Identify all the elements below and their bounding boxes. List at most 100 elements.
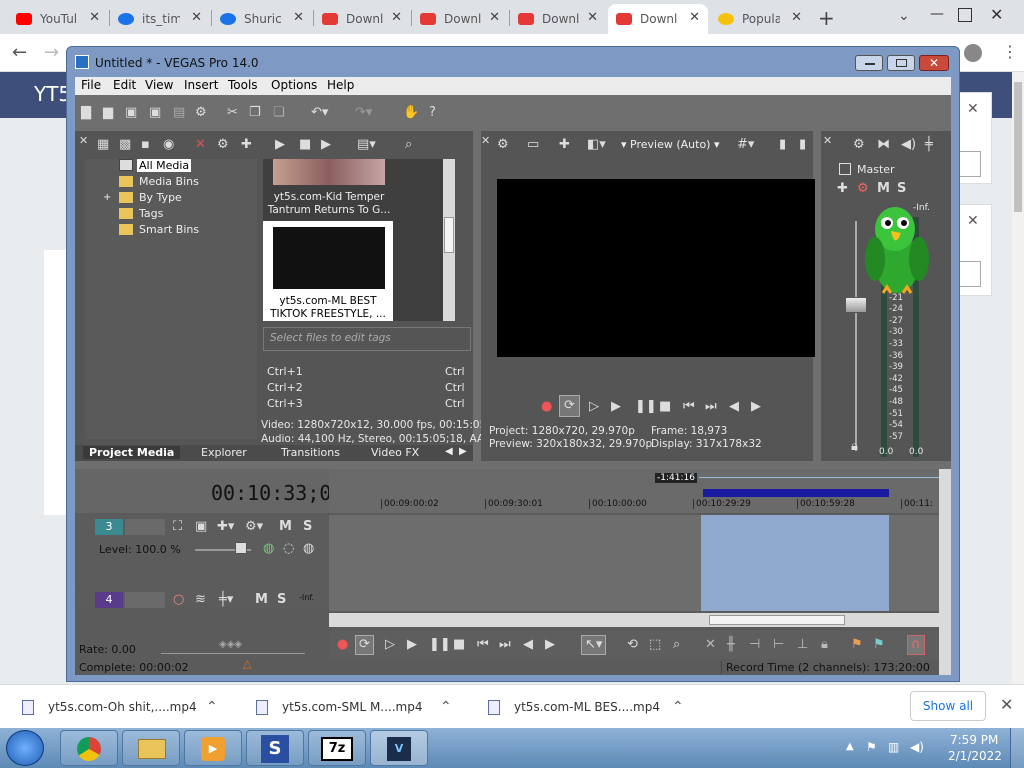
- downmix-icon[interactable]: ⧓: [877, 137, 890, 153]
- browser-tab[interactable]: Downl ✕: [412, 4, 508, 34]
- whats-this-help-icon[interactable]: ?: [429, 105, 436, 121]
- go-to-start-icon[interactable]: ⏮: [477, 637, 489, 653]
- close-tab-icon[interactable]: ✕: [293, 10, 304, 25]
- open-icon[interactable]: ▆: [103, 105, 113, 121]
- next-frame-icon[interactable]: ▶: [751, 399, 761, 415]
- previous-frame-icon[interactable]: ◀: [523, 637, 533, 653]
- close-popup-icon[interactable]: ✕: [967, 213, 979, 229]
- mixer-properties-icon[interactable]: ⚙: [853, 137, 865, 153]
- panel-close-icon[interactable]: ✕: [481, 133, 490, 149]
- save-as-icon[interactable]: ▣: [149, 105, 161, 121]
- normal-edit-tool-icon[interactable]: ↖▾: [581, 635, 607, 655]
- close-tab-icon[interactable]: ✕: [391, 10, 402, 25]
- track-motion-icon[interactable]: ╪▾: [219, 592, 233, 608]
- track-mute-button[interactable]: M: [255, 592, 268, 608]
- solo-button[interactable]: S: [897, 181, 906, 197]
- clock-date[interactable]: 2/1/2022: [948, 749, 1002, 763]
- chevron-up-icon[interactable]: ⌃: [206, 699, 218, 715]
- panel-close-icon[interactable]: ✕: [79, 133, 88, 149]
- mixer-controls-icon[interactable]: ╪: [925, 137, 933, 153]
- stop-icon[interactable]: ■: [659, 399, 671, 415]
- get-media-web-icon[interactable]: ▪: [141, 137, 150, 153]
- browser-tab-active[interactable]: Downl ✕: [608, 4, 708, 34]
- maximize-button[interactable]: [887, 55, 915, 71]
- timeline-horizontal-scrollbar[interactable]: [329, 613, 939, 627]
- minimize-button[interactable]: [855, 55, 883, 71]
- close-tab-icon[interactable]: ✕: [791, 10, 802, 25]
- close-downloads-icon[interactable]: ✕: [1000, 695, 1013, 714]
- browser-tab[interactable]: YouTul ✕: [8, 4, 108, 34]
- properties-icon[interactable]: ⚙: [195, 105, 207, 121]
- insert-region-icon[interactable]: ⚑: [873, 637, 885, 653]
- track-name-field[interactable]: [125, 519, 165, 535]
- tab-video-fx[interactable]: Video FX: [371, 446, 419, 459]
- taskbar-explorer[interactable]: [122, 730, 180, 766]
- pause-icon[interactable]: ❚❚: [429, 637, 451, 653]
- auto-ripple-icon[interactable]: ✋: [403, 105, 419, 121]
- media-item-selected[interactable]: yt5s.com-ML BEST TIKTOK FREESTYLE, ...: [263, 221, 393, 321]
- mute-button[interactable]: M: [877, 181, 890, 197]
- panel-close-icon[interactable]: ✕: [823, 133, 832, 149]
- tree-item-smart-bins[interactable]: Smart Bins: [139, 223, 199, 236]
- trim-end-icon[interactable]: ⊢: [773, 637, 784, 653]
- menu-options[interactable]: Options: [271, 78, 317, 92]
- download-item[interactable]: yt5s.com-ML BES....mp4 ⌃: [488, 685, 716, 729]
- level-slider-thumb[interactable]: [235, 542, 247, 554]
- pause-icon[interactable]: ❚❚: [635, 399, 657, 415]
- scrollbar-thumb[interactable]: [444, 217, 454, 253]
- clock-time[interactable]: 7:59 PM: [950, 733, 998, 747]
- loop-region-bar[interactable]: [703, 489, 889, 497]
- tab-transitions[interactable]: Transitions: [281, 446, 340, 459]
- copy-snapshot-icon[interactable]: ▮: [779, 137, 786, 153]
- tags-input[interactable]: Select files to edit tags: [270, 332, 391, 344]
- video-fx-icon[interactable]: ✚: [559, 137, 570, 153]
- play-preview-icon[interactable]: ▶: [275, 137, 285, 153]
- previous-frame-icon[interactable]: ◀: [729, 399, 739, 415]
- tab-scroll-left-icon[interactable]: ◀: [445, 446, 453, 457]
- track-fx-icon[interactable]: ▣: [195, 519, 207, 535]
- copy-icon[interactable]: ❐: [249, 105, 261, 121]
- tab-scroll-right-icon[interactable]: ▶: [459, 446, 467, 457]
- network-icon[interactable]: ▥: [888, 740, 899, 754]
- selection-edit-tool-icon[interactable]: ⬚: [649, 637, 661, 653]
- envelope-edit-tool-icon[interactable]: ⟲: [627, 637, 638, 653]
- tab-explorer[interactable]: Explorer: [201, 446, 247, 459]
- media-fx-icon[interactable]: ⚙: [217, 137, 229, 153]
- track-settings-icon[interactable]: ⚙▾: [245, 519, 263, 535]
- overlays-icon[interactable]: #▾: [737, 137, 754, 153]
- timeline-ruler[interactable]: -1:41:16 00:09:00:02 00:09:30:01 00:10:00:…: [329, 469, 939, 513]
- bus-fx-icon[interactable]: ✚: [837, 181, 848, 197]
- remove-media-icon[interactable]: ✕: [195, 137, 206, 153]
- play-from-start-icon[interactable]: ▷: [385, 637, 395, 653]
- parrot-desktop-buddy[interactable]: [861, 201, 933, 301]
- rate-slider[interactable]: [161, 653, 305, 654]
- play-icon[interactable]: ▶: [407, 637, 417, 653]
- record-icon[interactable]: ●: [541, 399, 552, 415]
- lock-icon[interactable]: 🔒︎: [851, 439, 858, 455]
- menu-help[interactable]: Help: [327, 78, 354, 92]
- loop-playback-icon[interactable]: ⟳: [355, 635, 374, 655]
- taskbar-media-player[interactable]: ▶: [184, 730, 242, 766]
- external-monitor-icon[interactable]: ▭: [527, 137, 539, 153]
- tree-item-tags[interactable]: Tags: [139, 207, 163, 220]
- close-tab-icon[interactable]: ✕: [191, 10, 202, 25]
- tab-project-media[interactable]: Project Media: [83, 446, 181, 459]
- taskbar-chrome[interactable]: [60, 730, 118, 766]
- arm-record-icon[interactable]: ○: [173, 592, 184, 608]
- menu-edit[interactable]: Edit: [113, 78, 136, 92]
- close-tab-icon[interactable]: ✕: [587, 10, 598, 25]
- go-to-end-icon[interactable]: ⏭: [499, 637, 511, 653]
- snapping-icon[interactable]: ∩: [907, 635, 925, 655]
- save-icon[interactable]: ▣: [125, 105, 137, 121]
- delete-icon[interactable]: ✕: [705, 637, 716, 653]
- tree-item-by-type[interactable]: By Type: [139, 191, 182, 204]
- taskbar-app-s[interactable]: S: [246, 730, 304, 766]
- tab-search-icon[interactable]: ⌄: [898, 8, 910, 24]
- new-project-icon[interactable]: ▇: [81, 105, 91, 121]
- make-compositing-child-icon[interactable]: ◌: [283, 541, 294, 557]
- trim-icon[interactable]: ╫: [727, 637, 735, 653]
- track-lanes[interactable]: [329, 515, 939, 611]
- track-solo-button[interactable]: S: [303, 519, 312, 535]
- action-center-icon[interactable]: ⚑: [866, 740, 877, 754]
- page-scrollbar[interactable]: [1012, 72, 1024, 684]
